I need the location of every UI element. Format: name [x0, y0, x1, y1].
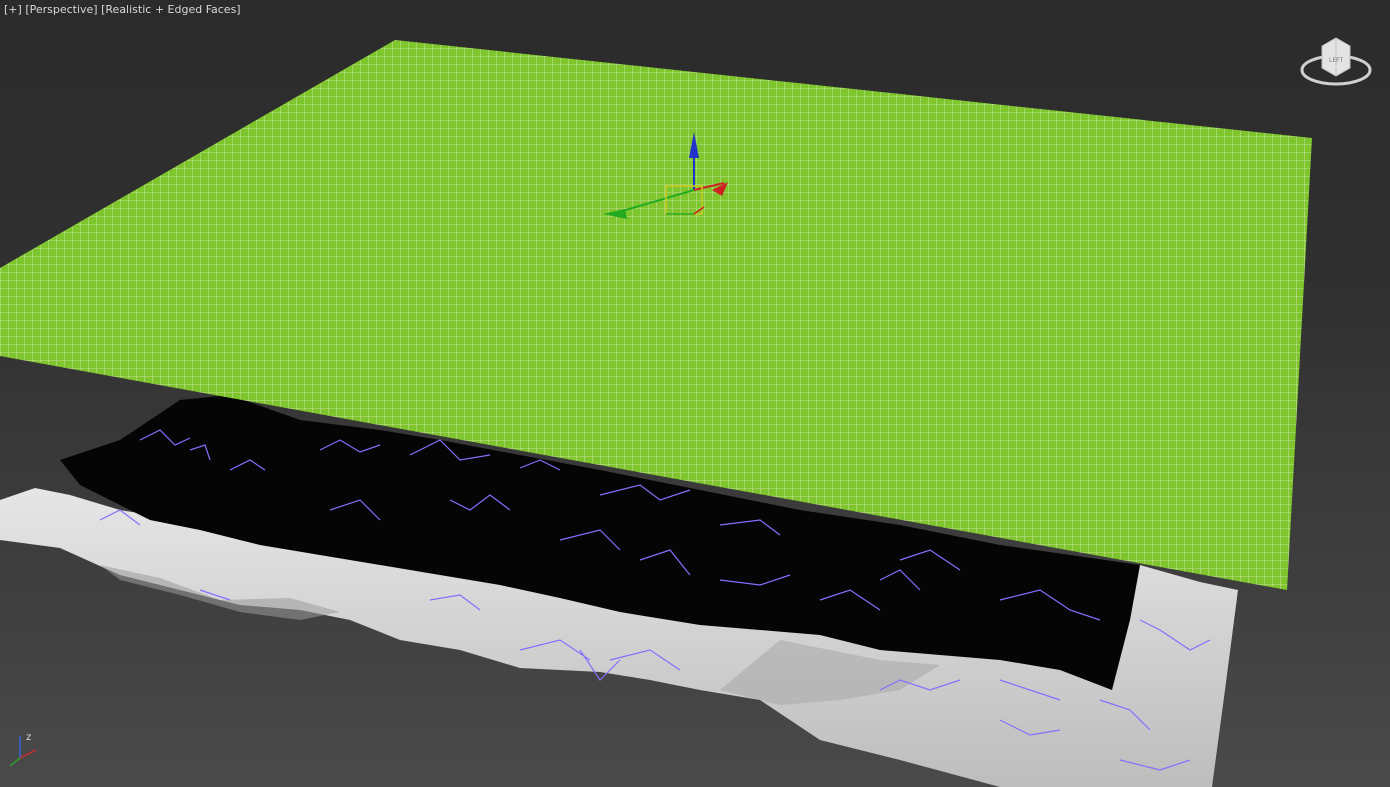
axis-tripod-icon: z	[9, 732, 37, 767]
viewcube-icon[interactable]: LEFT	[1296, 28, 1376, 98]
viewport-label: [+] [Perspective] [Realistic + Edged Fac…	[4, 3, 241, 16]
scene-canvas[interactable]	[0, 0, 1390, 787]
viewport-menu-view[interactable]: [Perspective]	[25, 3, 97, 16]
viewport-perspective[interactable]: [+] [Perspective] [Realistic + Edged Fac…	[0, 0, 1390, 787]
axis-tripod-z-label: z	[26, 732, 31, 743]
viewport-menu-shading[interactable]: [Realistic + Edged Faces]	[101, 3, 240, 16]
viewcube-face-label: LEFT	[1329, 57, 1343, 64]
viewport-menu-plus[interactable]: [+]	[4, 3, 22, 16]
